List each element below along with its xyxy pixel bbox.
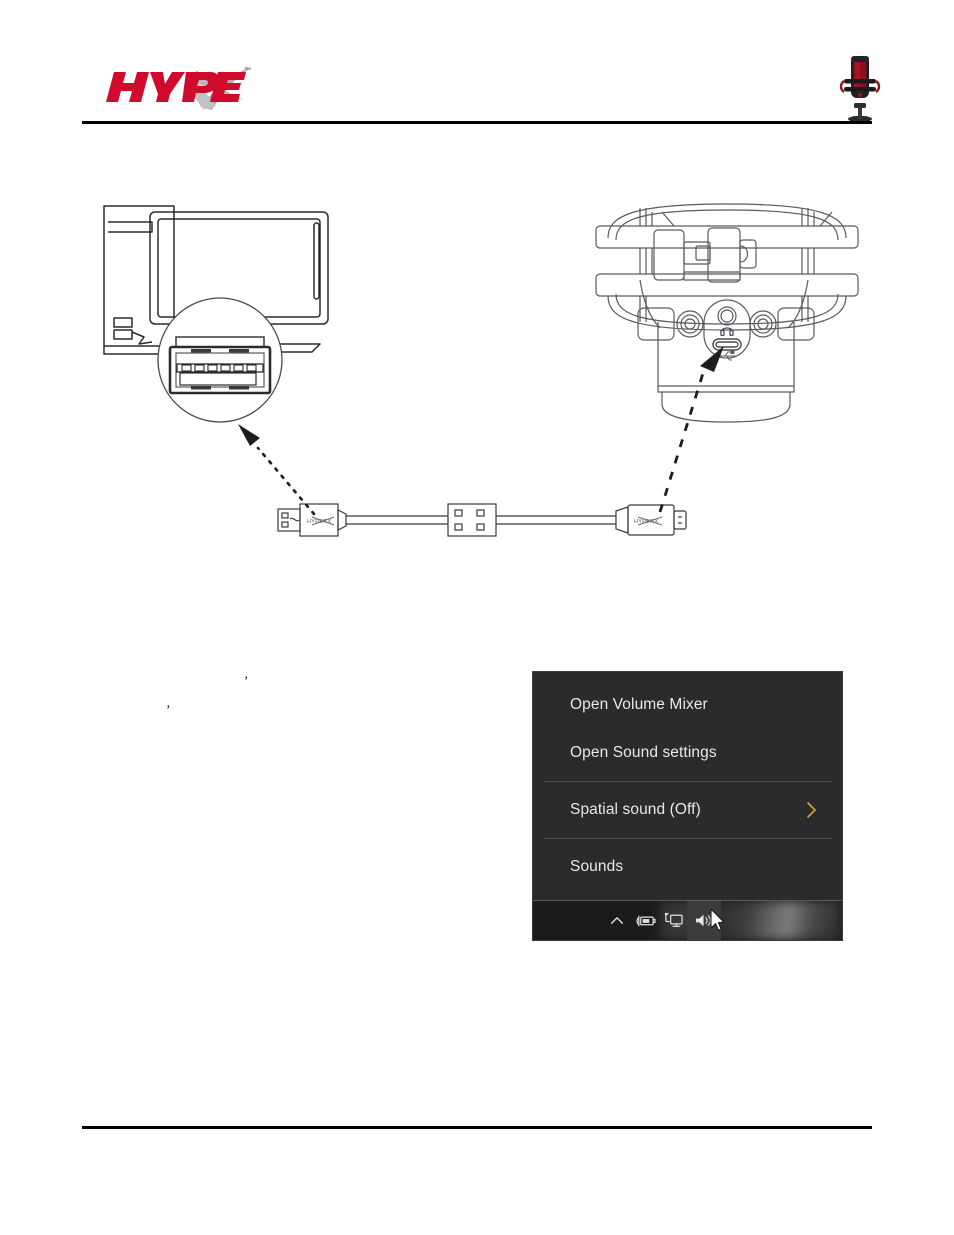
stray-glyph-mark-1: ’	[244, 673, 249, 688]
menu-separator	[544, 838, 832, 839]
battery-charging-icon[interactable]	[631, 901, 659, 940]
menu-item-label: Open Sound settings	[570, 744, 717, 761]
taskbar-icon-row	[533, 901, 721, 940]
quadcast-microphone-photo	[838, 46, 882, 124]
menu-item-spatial-sound[interactable]: Spatial sound (Off)	[533, 786, 842, 834]
menu-item-open-volume-mixer[interactable]: Open Volume Mixer	[533, 681, 842, 729]
menu-item-label: Sounds	[570, 858, 624, 875]
desktop-computer-illustration	[92, 192, 344, 444]
menu-item-label: Open Volume Mixer	[570, 696, 708, 713]
chevron-up-icon[interactable]	[603, 901, 631, 940]
menu-item-label: Spatial sound (Off)	[570, 801, 701, 818]
menu-item-sounds[interactable]: Sounds	[533, 843, 842, 891]
sound-menu-item-list: Open Volume Mixer Open Sound settings Sp…	[533, 672, 842, 939]
menu-separator	[544, 781, 832, 782]
dashed-arrow-to-pc-usb-port	[226, 416, 338, 528]
dashed-arrow-to-microphone-usb-port	[632, 332, 740, 522]
network-monitor-icon[interactable]	[659, 901, 687, 940]
windows-taskbar-notification-area	[533, 900, 842, 940]
usb-a-port-detail	[168, 336, 272, 395]
hyperx-logo: ™	[104, 56, 254, 114]
stray-glyph-mark-2: ’	[166, 702, 171, 717]
mouse-pointer-cursor	[710, 908, 725, 932]
footer-divider-rule	[82, 1126, 872, 1129]
chevron-right-icon	[805, 800, 819, 820]
svg-text:™: ™	[244, 67, 251, 74]
header-divider-rule	[82, 121, 872, 124]
menu-item-open-sound-settings[interactable]: Open Sound settings	[533, 729, 842, 777]
